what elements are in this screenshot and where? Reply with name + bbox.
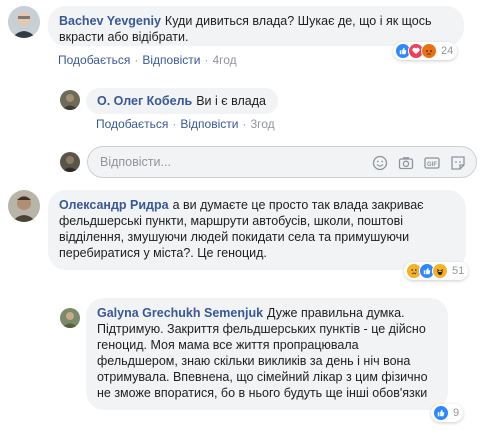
comment-bubble: О. Олег Кобель Ви і є влада bbox=[86, 88, 278, 114]
reply-input[interactable] bbox=[98, 154, 342, 170]
comment-actions: Подобається · Відповісти · 4год bbox=[58, 53, 237, 67]
sticker-icon[interactable] bbox=[450, 155, 466, 171]
reactions-summary[interactable]: 51 bbox=[404, 262, 469, 280]
gif-icon[interactable]: GIF bbox=[424, 155, 440, 171]
reply-link[interactable]: Відповісти bbox=[142, 53, 200, 67]
avatar-photo bbox=[60, 308, 80, 328]
comment-time[interactable]: 3год bbox=[250, 117, 274, 131]
reaction-count: 51 bbox=[452, 265, 465, 277]
avatar-photo bbox=[60, 90, 80, 110]
angry-icon bbox=[421, 43, 437, 59]
comment-time[interactable]: 4год bbox=[212, 53, 236, 67]
reply-box[interactable]: GIF bbox=[87, 146, 477, 178]
avatar-photo bbox=[8, 6, 40, 38]
comment-text: Дуже правильна думка. Підтримую. Закритт… bbox=[97, 306, 428, 400]
avatar[interactable] bbox=[60, 90, 80, 110]
reply-link[interactable]: Відповісти bbox=[180, 117, 238, 131]
reactions-summary[interactable]: 24 bbox=[393, 42, 458, 60]
comment-bubble: Bachev Yevgeniy Куди дивиться влада? Шука… bbox=[48, 6, 464, 46]
avatar[interactable] bbox=[8, 6, 40, 38]
camera-icon[interactable] bbox=[398, 155, 414, 171]
like-link[interactable]: Подобається bbox=[58, 53, 130, 67]
comment-bubble: Galyna Grechukh Semenjuk Дуже правильна д… bbox=[86, 298, 448, 410]
avatar-photo bbox=[8, 190, 40, 222]
svg-text:GIF: GIF bbox=[427, 162, 437, 168]
avatar[interactable] bbox=[60, 308, 80, 328]
comment-bubble: Олександр Ридра а ви думаєте це просто та… bbox=[48, 190, 466, 270]
comment-author[interactable]: Bachev Yevgeniy bbox=[59, 14, 161, 28]
separator: · bbox=[172, 117, 177, 131]
comment-author[interactable]: О. Олег Кобель bbox=[97, 94, 192, 108]
reactions-summary[interactable]: 9 bbox=[431, 404, 464, 422]
reaction-count: 24 bbox=[441, 45, 454, 57]
separator: · bbox=[134, 53, 139, 67]
emoji-icon[interactable] bbox=[372, 155, 388, 171]
separator: · bbox=[204, 53, 209, 67]
comment-author[interactable]: Олександр Ридра bbox=[59, 198, 169, 212]
like-icon bbox=[433, 405, 449, 421]
comment-author[interactable]: Galyna Grechukh Semenjuk bbox=[97, 306, 263, 320]
haha-icon bbox=[432, 263, 448, 279]
current-user-avatar bbox=[60, 152, 80, 172]
separator: · bbox=[242, 117, 247, 131]
like-link[interactable]: Подобається bbox=[96, 117, 168, 131]
comment-text: Ви і є влада bbox=[196, 94, 266, 108]
avatar[interactable] bbox=[8, 190, 40, 222]
comment-actions: Подобається · Відповісти · 3год bbox=[96, 117, 275, 131]
avatar-photo bbox=[60, 152, 80, 172]
reaction-count: 9 bbox=[453, 407, 460, 419]
